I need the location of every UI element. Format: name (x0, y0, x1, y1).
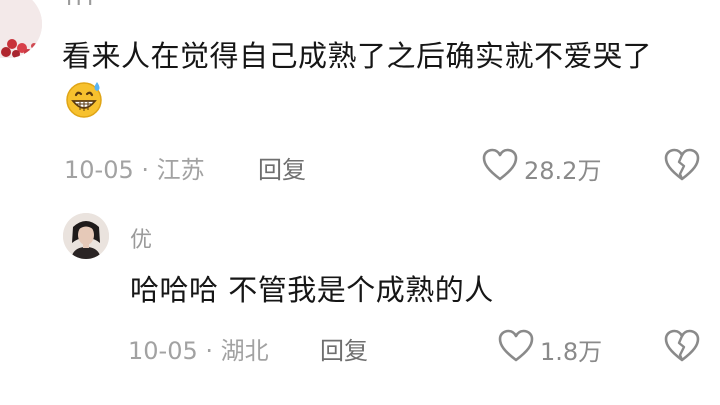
reply-text: 哈哈哈 不管我是个成熟的人 (130, 273, 494, 307)
reply-like-count: 1.8万 (540, 337, 603, 366)
broken-heart-icon (664, 329, 700, 369)
comment-thread: HY 看来人在觉得自己成熟了之后确实就不爱哭了 10-05 · 江苏 回复 (0, 0, 720, 405)
reply-like-button[interactable]: 1.8万 (498, 329, 602, 369)
like-button[interactable]: 28.2万 (482, 148, 601, 188)
heart-outline-icon (482, 148, 518, 188)
reply-avatar[interactable] (63, 213, 109, 259)
like-count: 28.2万 (524, 156, 602, 185)
reply-button[interactable]: 回复 (258, 150, 306, 185)
reply-reply-button[interactable]: 回复 (320, 331, 368, 366)
heart-outline-icon (498, 329, 534, 369)
reply-meta: 10-05 · 湖北 回复 1.8万 (0, 329, 720, 366)
comment-date-location: 10-05 · 江苏 (64, 156, 205, 184)
comment-text: 看来人在觉得自己成熟了之后确实就不爱哭了 (62, 30, 682, 135)
grinning-sweat-emoji-icon (64, 79, 104, 135)
reply-dislike-button[interactable] (664, 329, 700, 369)
broken-heart-icon (664, 148, 700, 188)
reply-date-location: 10-05 · 湖北 (128, 337, 269, 365)
comment-username[interactable]: HY (66, 0, 99, 10)
reply-username[interactable]: 优 (130, 222, 152, 254)
comment-text-content: 看来人在觉得自己成熟了之后确实就不爱哭了 (62, 39, 653, 73)
dislike-button[interactable] (664, 148, 700, 188)
avatar[interactable] (0, 0, 42, 58)
comment-meta: 10-05 · 江苏 回复 28.2万 (0, 148, 720, 185)
